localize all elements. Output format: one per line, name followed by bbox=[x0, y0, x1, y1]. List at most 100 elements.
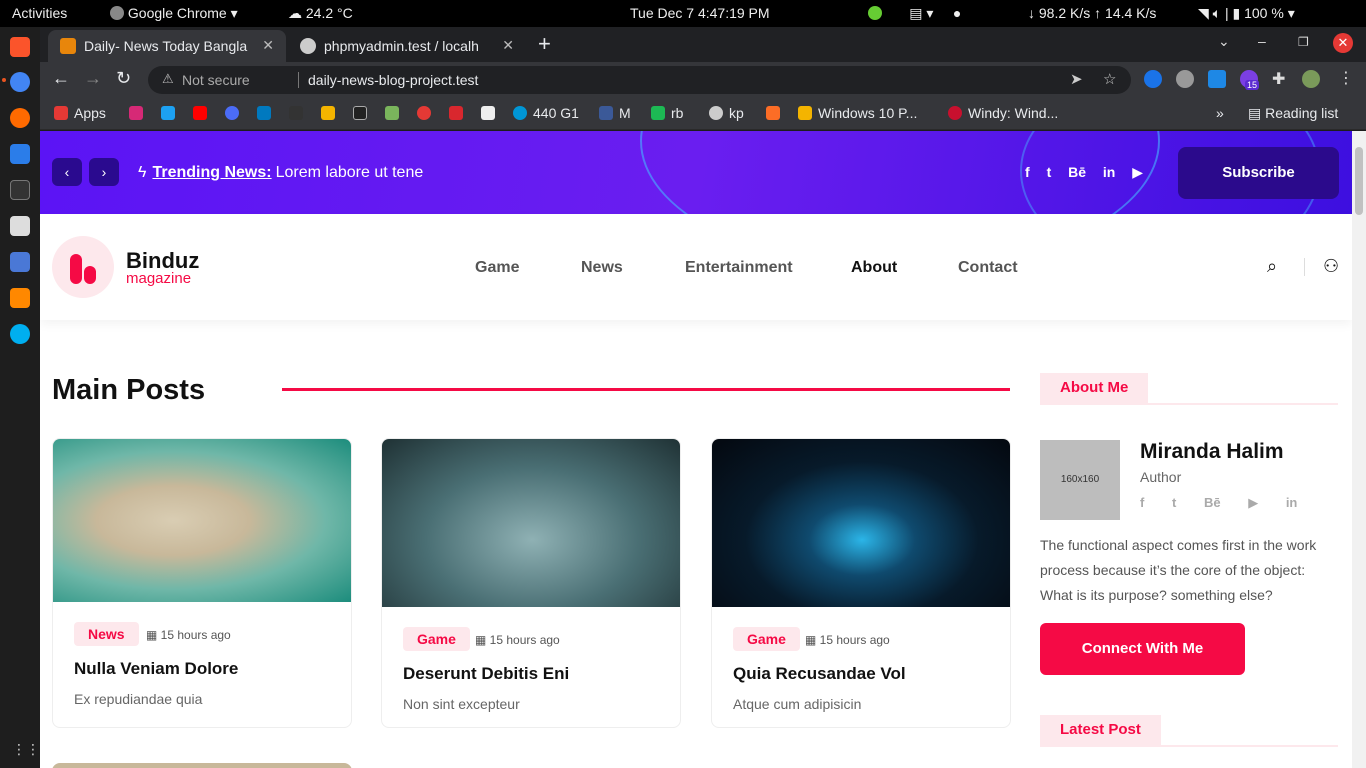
skype-icon[interactable] bbox=[10, 324, 30, 344]
vlc-icon[interactable] bbox=[10, 288, 30, 308]
bookmark-kp[interactable]: kp bbox=[709, 105, 744, 121]
page-scrollbar[interactable] bbox=[1352, 131, 1366, 768]
bookmark-m[interactable]: M bbox=[599, 105, 631, 121]
twitter-icon[interactable]: t bbox=[1047, 164, 1052, 180]
bookmark-windows[interactable]: Windows 10 P... bbox=[798, 105, 917, 121]
facebook-icon[interactable]: f bbox=[1140, 495, 1144, 510]
activities-button[interactable]: Activities bbox=[12, 5, 67, 21]
system-status[interactable]: ◥ 🔈︎ | ▮ 100 % ▾ bbox=[1198, 5, 1295, 22]
linkedin-icon[interactable]: in bbox=[1286, 495, 1298, 510]
facebook-icon[interactable]: f bbox=[1025, 164, 1030, 180]
bookmark-codechef[interactable] bbox=[353, 105, 373, 121]
extension-fi-icon[interactable] bbox=[1208, 70, 1226, 88]
send-icon[interactable]: ➤ bbox=[1070, 70, 1083, 88]
nav-entertainment[interactable]: Entertainment bbox=[685, 259, 793, 277]
clock[interactable]: Tue Dec 7 4:47:19 PM bbox=[630, 5, 770, 21]
nav-about[interactable]: About bbox=[851, 259, 897, 277]
bookmark-trello[interactable] bbox=[257, 105, 277, 121]
tab-daily-news[interactable]: Daily- News Today Bangla ✕ bbox=[48, 30, 286, 62]
vpn-globe-icon[interactable] bbox=[1176, 70, 1194, 88]
behance-icon[interactable]: Bē bbox=[1204, 495, 1221, 510]
user-icon[interactable]: ⚇ bbox=[1323, 256, 1339, 277]
tray-icons[interactable]: ▤ ▾ ● bbox=[868, 5, 961, 22]
bookmark-g[interactable] bbox=[321, 105, 341, 121]
more-bookmarks-icon[interactable]: » bbox=[1216, 105, 1224, 121]
youtube-icon[interactable]: ▶ bbox=[1132, 164, 1143, 180]
warning-icon[interactable]: ⚠ bbox=[162, 71, 174, 87]
reading-list-button[interactable]: ▤ Reading list bbox=[1248, 105, 1338, 122]
show-apps-icon[interactable]: ⋮⋮ bbox=[12, 741, 40, 758]
post-tag[interactable]: Game bbox=[403, 627, 470, 651]
connect-button[interactable]: Connect With Me bbox=[1040, 623, 1245, 675]
next-news-button[interactable]: › bbox=[89, 158, 119, 186]
post-image[interactable] bbox=[712, 439, 1010, 607]
calendar-icon[interactable] bbox=[10, 252, 30, 272]
scrollbar-thumb[interactable] bbox=[1355, 147, 1363, 215]
minimize-icon[interactable]: – bbox=[1258, 33, 1266, 49]
prev-news-button[interactable]: ‹ bbox=[52, 158, 82, 186]
close-tab-icon[interactable]: ✕ bbox=[262, 37, 274, 54]
bookmark-twitter[interactable] bbox=[161, 105, 181, 121]
maximize-icon[interactable]: ❐ bbox=[1298, 35, 1309, 49]
bookmark-star-icon[interactable]: ☆ bbox=[1103, 70, 1116, 88]
weather-indicator[interactable]: ☁ 24.2 °C bbox=[288, 5, 353, 22]
logo[interactable] bbox=[52, 236, 114, 298]
bookmark-hp[interactable]: 440 G1 bbox=[513, 105, 579, 121]
search-icon[interactable]: ⌕ bbox=[1267, 256, 1277, 277]
post-title[interactable]: Nulla Veniam Dolore bbox=[74, 659, 238, 679]
url-text[interactable]: daily-news-blog-project.test bbox=[308, 72, 478, 88]
bookmark-gh[interactable] bbox=[481, 105, 501, 121]
close-tab-icon[interactable]: ✕ bbox=[502, 37, 514, 54]
nav-game[interactable]: Game bbox=[475, 259, 519, 277]
post-image[interactable] bbox=[382, 439, 680, 607]
post-card[interactable]: Game ▦ 15 hours ago Deserunt Debitis Eni… bbox=[381, 438, 681, 728]
post-tag[interactable]: News bbox=[74, 622, 139, 646]
app-menu[interactable]: Google Chrome ▾ bbox=[110, 5, 238, 22]
reload-icon[interactable]: ↻ bbox=[116, 68, 131, 89]
behance-icon[interactable]: Bē bbox=[1068, 164, 1086, 180]
trending-label[interactable]: Trending News: bbox=[152, 164, 271, 181]
tab-phpmyadmin[interactable]: phpmyadmin.test / localh ✕ bbox=[288, 30, 526, 62]
postman-icon[interactable] bbox=[10, 108, 30, 128]
linkedin-icon[interactable]: in bbox=[1103, 164, 1115, 180]
extension-icon[interactable] bbox=[1144, 70, 1162, 88]
post-tag[interactable]: Game bbox=[733, 627, 800, 651]
post-card[interactable]: News ▦ 15 hours ago Nulla Veniam Dolore … bbox=[52, 438, 352, 728]
forward-icon[interactable]: → bbox=[84, 68, 102, 89]
bookmark-windy[interactable]: Windy: Wind... bbox=[948, 105, 1058, 121]
bookmark-instagram[interactable] bbox=[129, 105, 149, 121]
window-close-icon[interactable]: ✕ bbox=[1333, 33, 1353, 53]
post-card[interactable]: Game ▦ 15 hours ago Quia Recusandae Vol … bbox=[711, 438, 1011, 728]
new-tab-icon[interactable]: + bbox=[538, 31, 551, 57]
profile-avatar[interactable] bbox=[1302, 70, 1320, 88]
bookmark-mega[interactable] bbox=[449, 105, 469, 121]
post-image[interactable] bbox=[53, 439, 351, 602]
bookmark-youtube[interactable] bbox=[193, 105, 213, 121]
bookmark-rb[interactable]: rb bbox=[651, 105, 683, 121]
back-icon[interactable]: ← bbox=[52, 68, 70, 89]
bookmark-apps[interactable]: Apps bbox=[54, 105, 106, 121]
address-bar[interactable]: ⚠ Not secure daily-news-blog-project.tes… bbox=[148, 66, 1131, 94]
tab-search-icon[interactable]: ⌄ bbox=[1218, 33, 1230, 50]
bookmark-red[interactable] bbox=[417, 105, 437, 121]
post-title[interactable]: Deserunt Debitis Eni bbox=[403, 664, 569, 684]
trending-headline[interactable]: Lorem labore ut tene bbox=[276, 164, 424, 181]
bookmark-gitlab[interactable] bbox=[766, 105, 786, 121]
terminal-icon[interactable] bbox=[10, 180, 30, 200]
bookmark-dark[interactable] bbox=[289, 105, 309, 121]
post-title[interactable]: Quia Recusandae Vol bbox=[733, 664, 906, 684]
brave-icon[interactable] bbox=[10, 37, 30, 57]
twitter-icon[interactable]: t bbox=[1172, 495, 1176, 510]
chrome-menu-icon[interactable]: ⋮ bbox=[1338, 68, 1354, 88]
chrome-dock-icon[interactable] bbox=[10, 72, 30, 92]
nav-contact[interactable]: Contact bbox=[958, 259, 1018, 277]
subscribe-button[interactable]: Subscribe bbox=[1178, 147, 1339, 199]
bookmark-player[interactable] bbox=[225, 105, 245, 121]
extensions-puzzle-icon[interactable]: ✚ bbox=[1272, 69, 1285, 89]
nav-news[interactable]: News bbox=[581, 259, 623, 277]
vscode-icon[interactable] bbox=[10, 144, 30, 164]
post-card-partial[interactable] bbox=[52, 763, 352, 768]
bookmark-shopify[interactable] bbox=[385, 105, 405, 121]
youtube-icon[interactable]: ▶ bbox=[1248, 495, 1258, 510]
files-icon[interactable] bbox=[10, 216, 30, 236]
